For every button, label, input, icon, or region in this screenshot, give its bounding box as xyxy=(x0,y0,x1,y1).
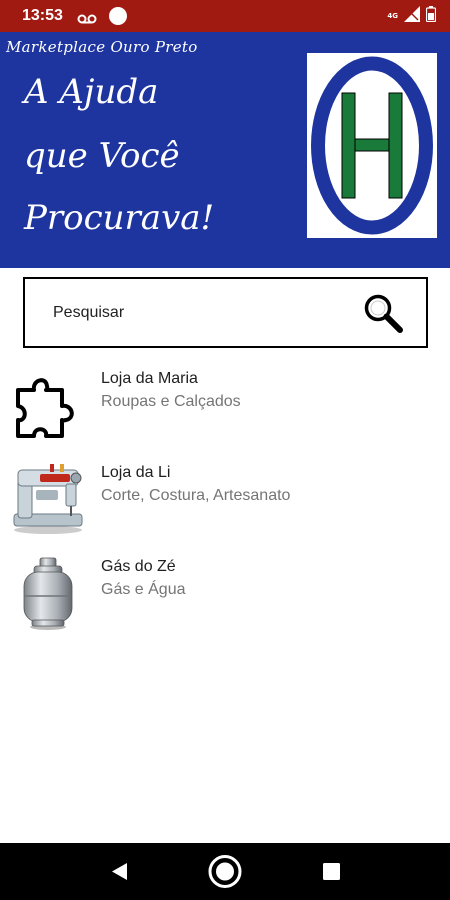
network-type: 4G xyxy=(387,12,398,20)
list-item[interactable]: Loja da Maria Roupas e Calçados xyxy=(0,362,450,456)
list-item[interactable]: Loja da Li Corte, Costura, Artesanato xyxy=(0,456,450,550)
home-icon[interactable] xyxy=(190,843,260,900)
store-name: Loja da Maria xyxy=(101,370,198,387)
search-icon[interactable] xyxy=(362,292,404,334)
store-name: Gás do Zé xyxy=(101,558,176,575)
sewing-machine-icon xyxy=(10,460,86,536)
voicemail-icon xyxy=(77,10,97,24)
store-category: Roupas e Calçados xyxy=(101,393,241,410)
banner-tagline-line-1: A Ajuda xyxy=(24,72,159,112)
search-input[interactable]: Pesquisar xyxy=(53,304,124,322)
recents-icon[interactable] xyxy=(296,843,366,900)
notification-dot-icon xyxy=(108,7,127,25)
battery-icon xyxy=(425,6,437,26)
store-category: Gás e Água xyxy=(101,581,186,598)
header-banner: Marketplace Ouro Preto A Ajuda que Você … xyxy=(0,32,450,268)
search-field[interactable]: Pesquisar xyxy=(23,277,428,348)
store-category: Corte, Costura, Artesanato xyxy=(101,487,291,504)
store-name: Loja da Li xyxy=(101,464,171,481)
system-nav-bar xyxy=(0,843,450,900)
back-icon[interactable] xyxy=(83,843,153,900)
signal-icon xyxy=(404,6,420,26)
banner-tagline-line-3: Procurava! xyxy=(24,198,215,238)
app-logo xyxy=(307,53,437,238)
status-right-group: 4G xyxy=(387,6,437,26)
puzzle-icon xyxy=(10,368,86,444)
banner-tagline-line-2: que Você xyxy=(24,136,180,176)
banner-subtitle: Marketplace Ouro Preto xyxy=(6,38,198,56)
gas-cylinder-icon xyxy=(10,556,86,632)
status-time: 13:53 xyxy=(22,7,63,24)
status-bar: 13:53 4G xyxy=(0,0,450,32)
list-item[interactable]: Gás do Zé Gás e Água xyxy=(0,550,450,644)
